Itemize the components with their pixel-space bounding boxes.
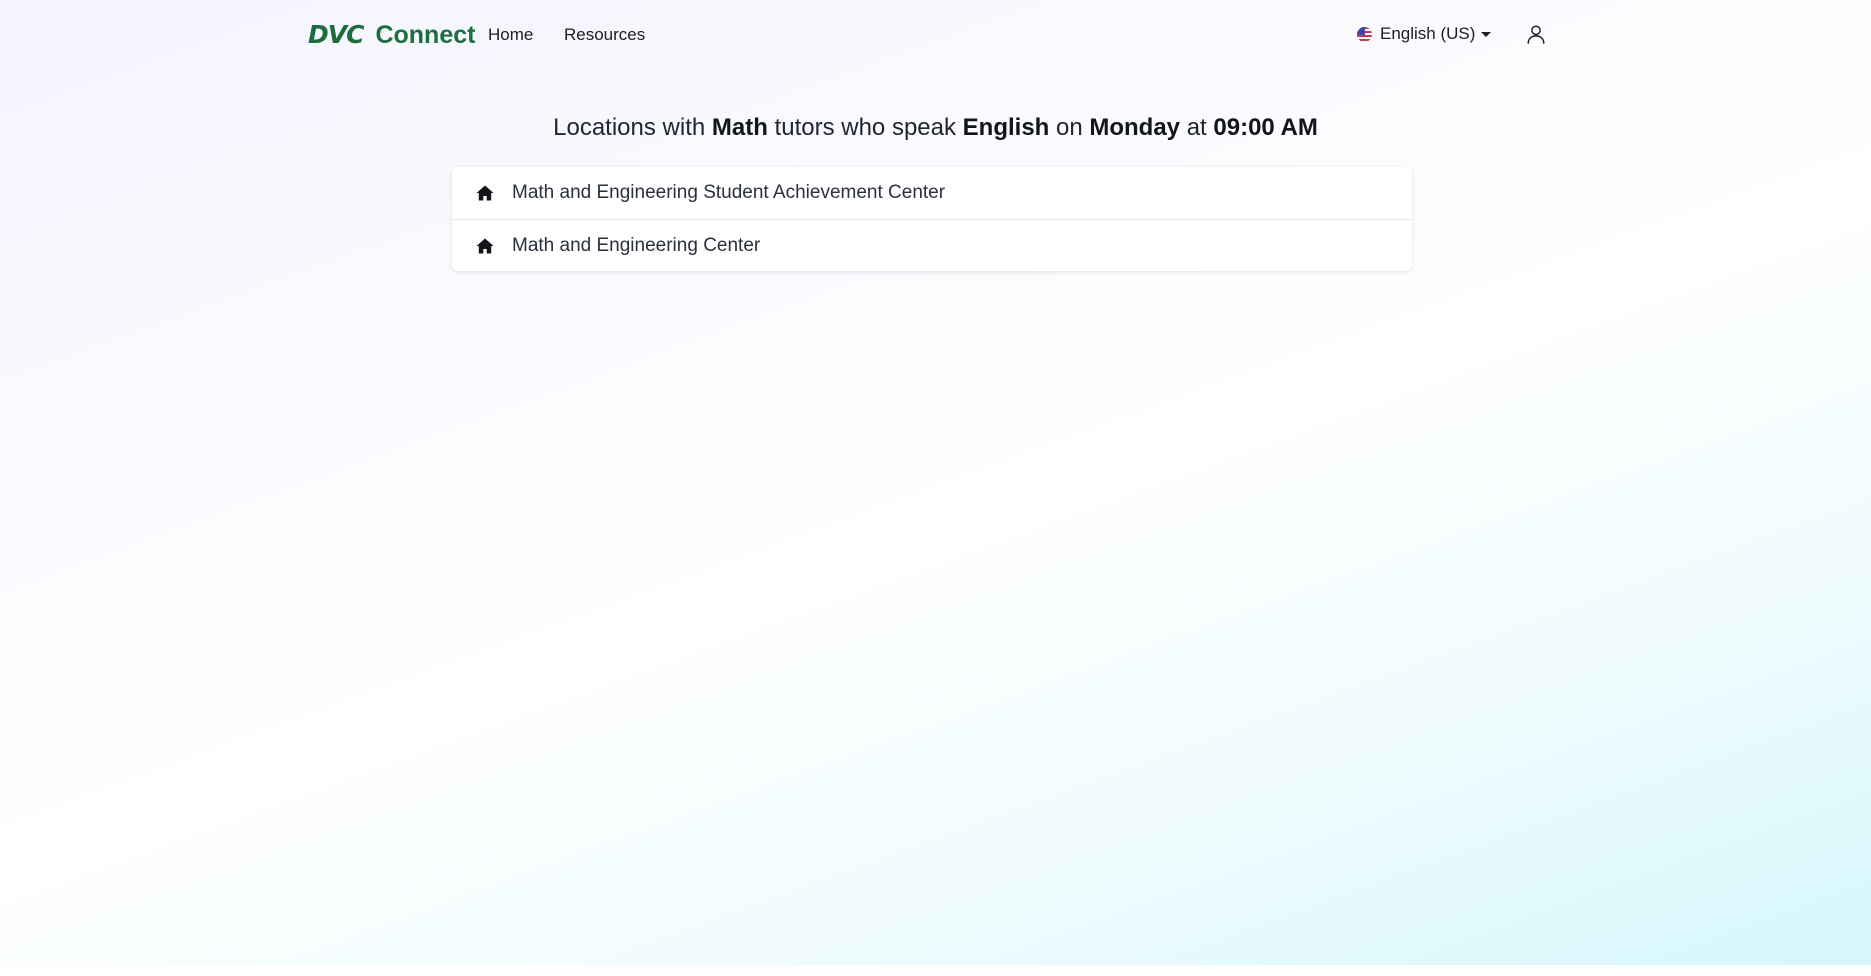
location-item[interactable]: Math and Engineering Student Achievement…: [452, 167, 1412, 219]
home-icon: [476, 238, 494, 253]
title-mid-2: on: [1049, 114, 1090, 141]
page-footer-strip: [0, 965, 1871, 976]
chevron-down-icon: [1481, 31, 1492, 37]
title-mid-3: at: [1180, 114, 1214, 141]
brand-home-link[interactable]: DVC Connect: [308, 20, 475, 50]
user-icon[interactable]: [1525, 23, 1547, 45]
nav-resources-link[interactable]: Resources: [564, 25, 645, 45]
home-icon: [476, 185, 494, 201]
nav-home-link[interactable]: Home: [488, 25, 533, 45]
dvc-logo: DVC: [308, 20, 364, 49]
language-label: English (US): [1380, 24, 1476, 43]
title-time: 09:00 AM: [1213, 114, 1318, 141]
title-language: English: [962, 114, 1050, 141]
brand-name: Connect: [375, 21, 476, 49]
page-background: [0, 0, 1871, 976]
us-flag-icon: [1357, 26, 1372, 42]
location-item[interactable]: Math and Engineering Center: [452, 219, 1412, 271]
page-title: Locations with Math tutors who speak Eng…: [0, 113, 1871, 143]
locations-list: Math and Engineering Student Achievement…: [452, 167, 1412, 271]
title-mid-1: tutors who speak: [767, 114, 963, 141]
location-label: Math and Engineering Student Achievement…: [512, 182, 946, 203]
title-subject: Math: [711, 114, 768, 141]
language-selector[interactable]: English (US): [1357, 24, 1492, 44]
location-label: Math and Engineering Center: [512, 234, 761, 256]
title-day: Monday: [1089, 114, 1181, 141]
top-navbar: DVC Connect Home Resources English (US): [0, 0, 1871, 70]
title-prefix: Locations with: [553, 114, 712, 141]
